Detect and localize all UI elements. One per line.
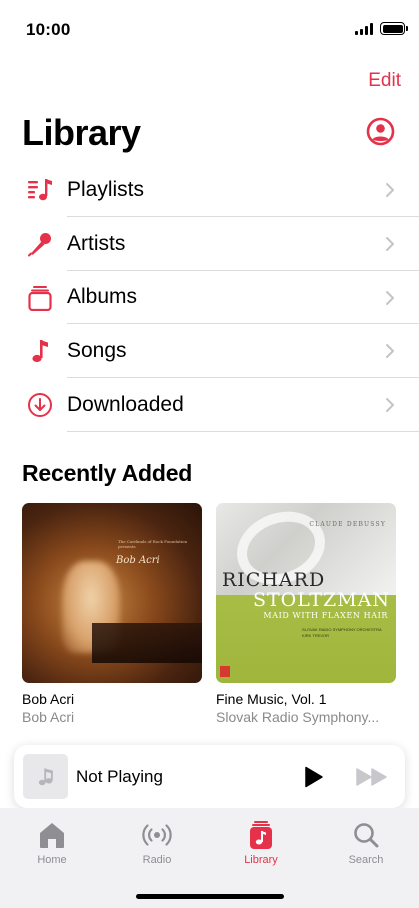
mini-player-artwork	[23, 754, 68, 799]
library-row-downloaded[interactable]: Downloaded	[0, 378, 419, 432]
label-logo	[220, 666, 230, 677]
chevron-right-icon	[386, 290, 394, 305]
account-icon[interactable]	[366, 117, 395, 146]
albums-icon	[28, 285, 52, 311]
cover-title: Bob Acri	[116, 555, 160, 566]
chevron-right-icon	[386, 183, 394, 197]
tab-label: Search	[348, 854, 384, 866]
download-icon	[28, 393, 52, 417]
album-card[interactable]: The Cardinals of Rock Foundation present…	[22, 503, 202, 725]
cover-work: MAID WITH FLAXEN HAIR	[263, 611, 388, 620]
status-time: 10:00	[26, 20, 71, 39]
recently-added-title: Recently Added	[22, 460, 193, 486]
tab-library[interactable]: Library	[221, 820, 301, 866]
tab-radio[interactable]: Radio	[117, 820, 197, 866]
music-note-icon	[38, 768, 53, 785]
cover-composer: CLAUDE DEBUSSY	[309, 521, 386, 528]
cover-orchestra: SLOVAK RADIO SYMPHONY ORCHESTRA KIRK TRE…	[302, 627, 382, 638]
now-playing-title: Not Playing	[76, 767, 163, 786]
album-artist: Slovak Radio Symphony...	[216, 709, 380, 725]
tab-label: Radio	[142, 854, 172, 866]
page-title: Library	[22, 112, 141, 153]
cover-name-line2: STOLTZMAN	[252, 589, 390, 611]
radio-icon	[142, 824, 172, 846]
library-row-label: Playlists	[67, 177, 145, 201]
library-row-label: Artists	[67, 231, 126, 255]
microphone-icon	[28, 232, 51, 257]
tab-bar: Home Radio Library Search	[0, 808, 419, 908]
library-row-artists[interactable]: Artists	[0, 217, 419, 271]
search-icon	[354, 823, 379, 848]
chevron-right-icon	[386, 398, 394, 412]
battery-icon	[380, 22, 408, 35]
tab-label: Home	[37, 854, 67, 866]
cover-subtext: The Cardinals of Rock Foundation present…	[118, 539, 188, 549]
album-card[interactable]: CLAUDE DEBUSSY RICHARD STOLTZMAN MAID WI…	[216, 503, 396, 725]
home-indicator	[136, 894, 284, 899]
library-row-playlists[interactable]: Playlists	[0, 163, 419, 217]
status-icons	[355, 22, 408, 35]
play-button[interactable]	[301, 765, 325, 789]
library-icon	[250, 821, 272, 849]
tab-label: Library	[244, 854, 278, 866]
album-artwork: CLAUDE DEBUSSY RICHARD STOLTZMAN MAID WI…	[216, 503, 396, 683]
album-title: Fine Music, Vol. 1	[216, 691, 327, 707]
tab-search[interactable]: Search	[326, 820, 406, 866]
album-title: Bob Acri	[22, 691, 75, 707]
music-note-icon	[32, 340, 48, 363]
playlists-icon	[28, 179, 52, 201]
home-icon	[40, 823, 64, 848]
fast-forward-button[interactable]	[355, 767, 389, 787]
edit-button[interactable]: Edit	[368, 70, 401, 92]
tab-home[interactable]: Home	[12, 820, 92, 866]
cellular-signal-icon	[355, 22, 373, 35]
divider	[67, 430, 419, 432]
album-artwork: The Cardinals of Rock Foundation present…	[22, 503, 202, 683]
chevron-right-icon	[386, 344, 394, 359]
library-list: Playlists Artists Albums Songs Downloade…	[0, 163, 419, 432]
album-artist: Bob Acri	[22, 709, 75, 725]
status-bar: 10:00	[0, 0, 419, 58]
chevron-right-icon	[386, 236, 394, 251]
library-row-albums[interactable]: Albums	[0, 271, 419, 325]
mini-player[interactable]: Not Playing	[14, 745, 405, 808]
library-row-label: Downloaded	[67, 392, 184, 416]
cover-name-line1: RICHARD	[222, 569, 326, 591]
library-row-label: Songs	[67, 339, 127, 363]
library-row-songs[interactable]: Songs	[0, 324, 419, 378]
library-row-label: Albums	[67, 285, 138, 309]
